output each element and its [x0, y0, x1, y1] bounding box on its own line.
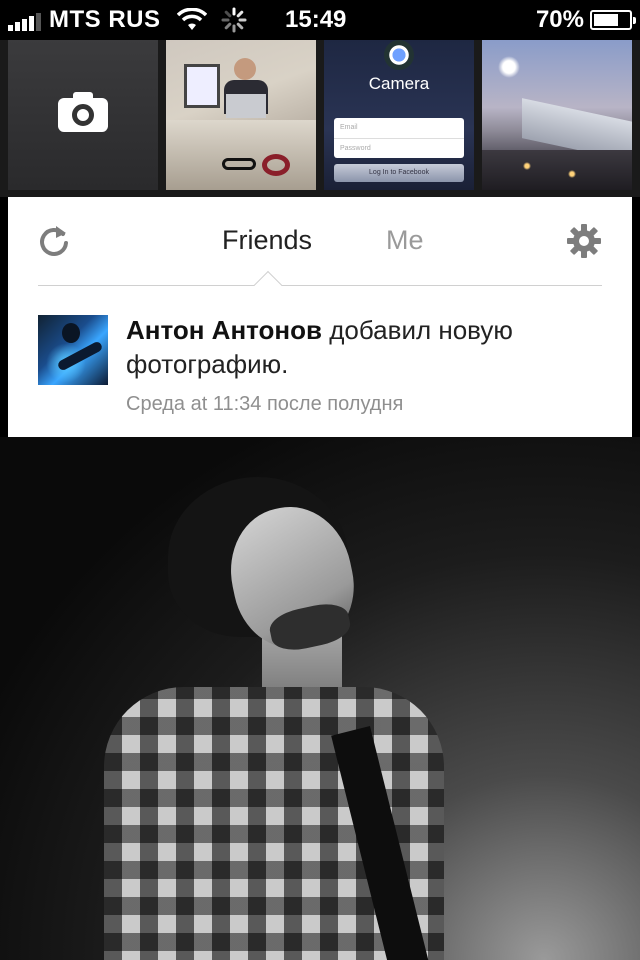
tab-friends[interactable]: Friends: [222, 225, 312, 256]
feed-story-text: Антон Антонов добавил новую фотографию.: [126, 313, 606, 381]
wifi-icon: [176, 8, 207, 30]
gear-icon[interactable]: [566, 223, 602, 259]
camera-icon: [58, 92, 108, 132]
feed-card: Friends Me Антон Антонов добавил новую ф…: [8, 197, 632, 437]
author-name-link[interactable]: Антон Антонов: [126, 315, 322, 345]
carrier-name: MTS RUS: [49, 6, 161, 33]
avatar[interactable]: [38, 315, 108, 385]
status-right: 70%: [535, 6, 636, 34]
status-bar: MTS RUS 15:49 70%: [0, 0, 640, 40]
app-screen-login-button: Log In to Facebook: [334, 164, 464, 182]
battery-icon: [590, 10, 636, 30]
status-time: 15:49: [285, 6, 347, 33]
feed-photo[interactable]: [0, 437, 640, 960]
refresh-icon[interactable]: [36, 223, 72, 259]
photo-thumbnail-app-screen[interactable]: Camera Email Password Log In to Facebook: [324, 40, 474, 190]
photo-thumbnail-office[interactable]: [166, 40, 316, 190]
story-timestamp: Среда at 11:34 после полудня: [126, 393, 404, 415]
status-left: MTS RUS: [8, 6, 247, 34]
app-screen-password-field: Password: [334, 138, 464, 158]
camera-button[interactable]: [8, 40, 158, 190]
photo-thumbnail-airplane[interactable]: [482, 40, 632, 190]
activity-spinner-icon: [221, 7, 246, 33]
tab-divider: [38, 285, 602, 286]
app-screen-email-field: Email: [334, 118, 464, 138]
tab-me[interactable]: Me: [386, 225, 424, 256]
photo-strip: Camera Email Password Log In to Facebook: [0, 40, 640, 197]
battery-percent: 70%: [535, 6, 584, 33]
active-tab-indicator: [253, 270, 283, 300]
camera-app-logo: [384, 40, 414, 70]
battery-level-fill: [594, 14, 618, 26]
app-screen-title: Camera: [368, 74, 430, 93]
signal-strength-icon: [8, 9, 41, 31]
